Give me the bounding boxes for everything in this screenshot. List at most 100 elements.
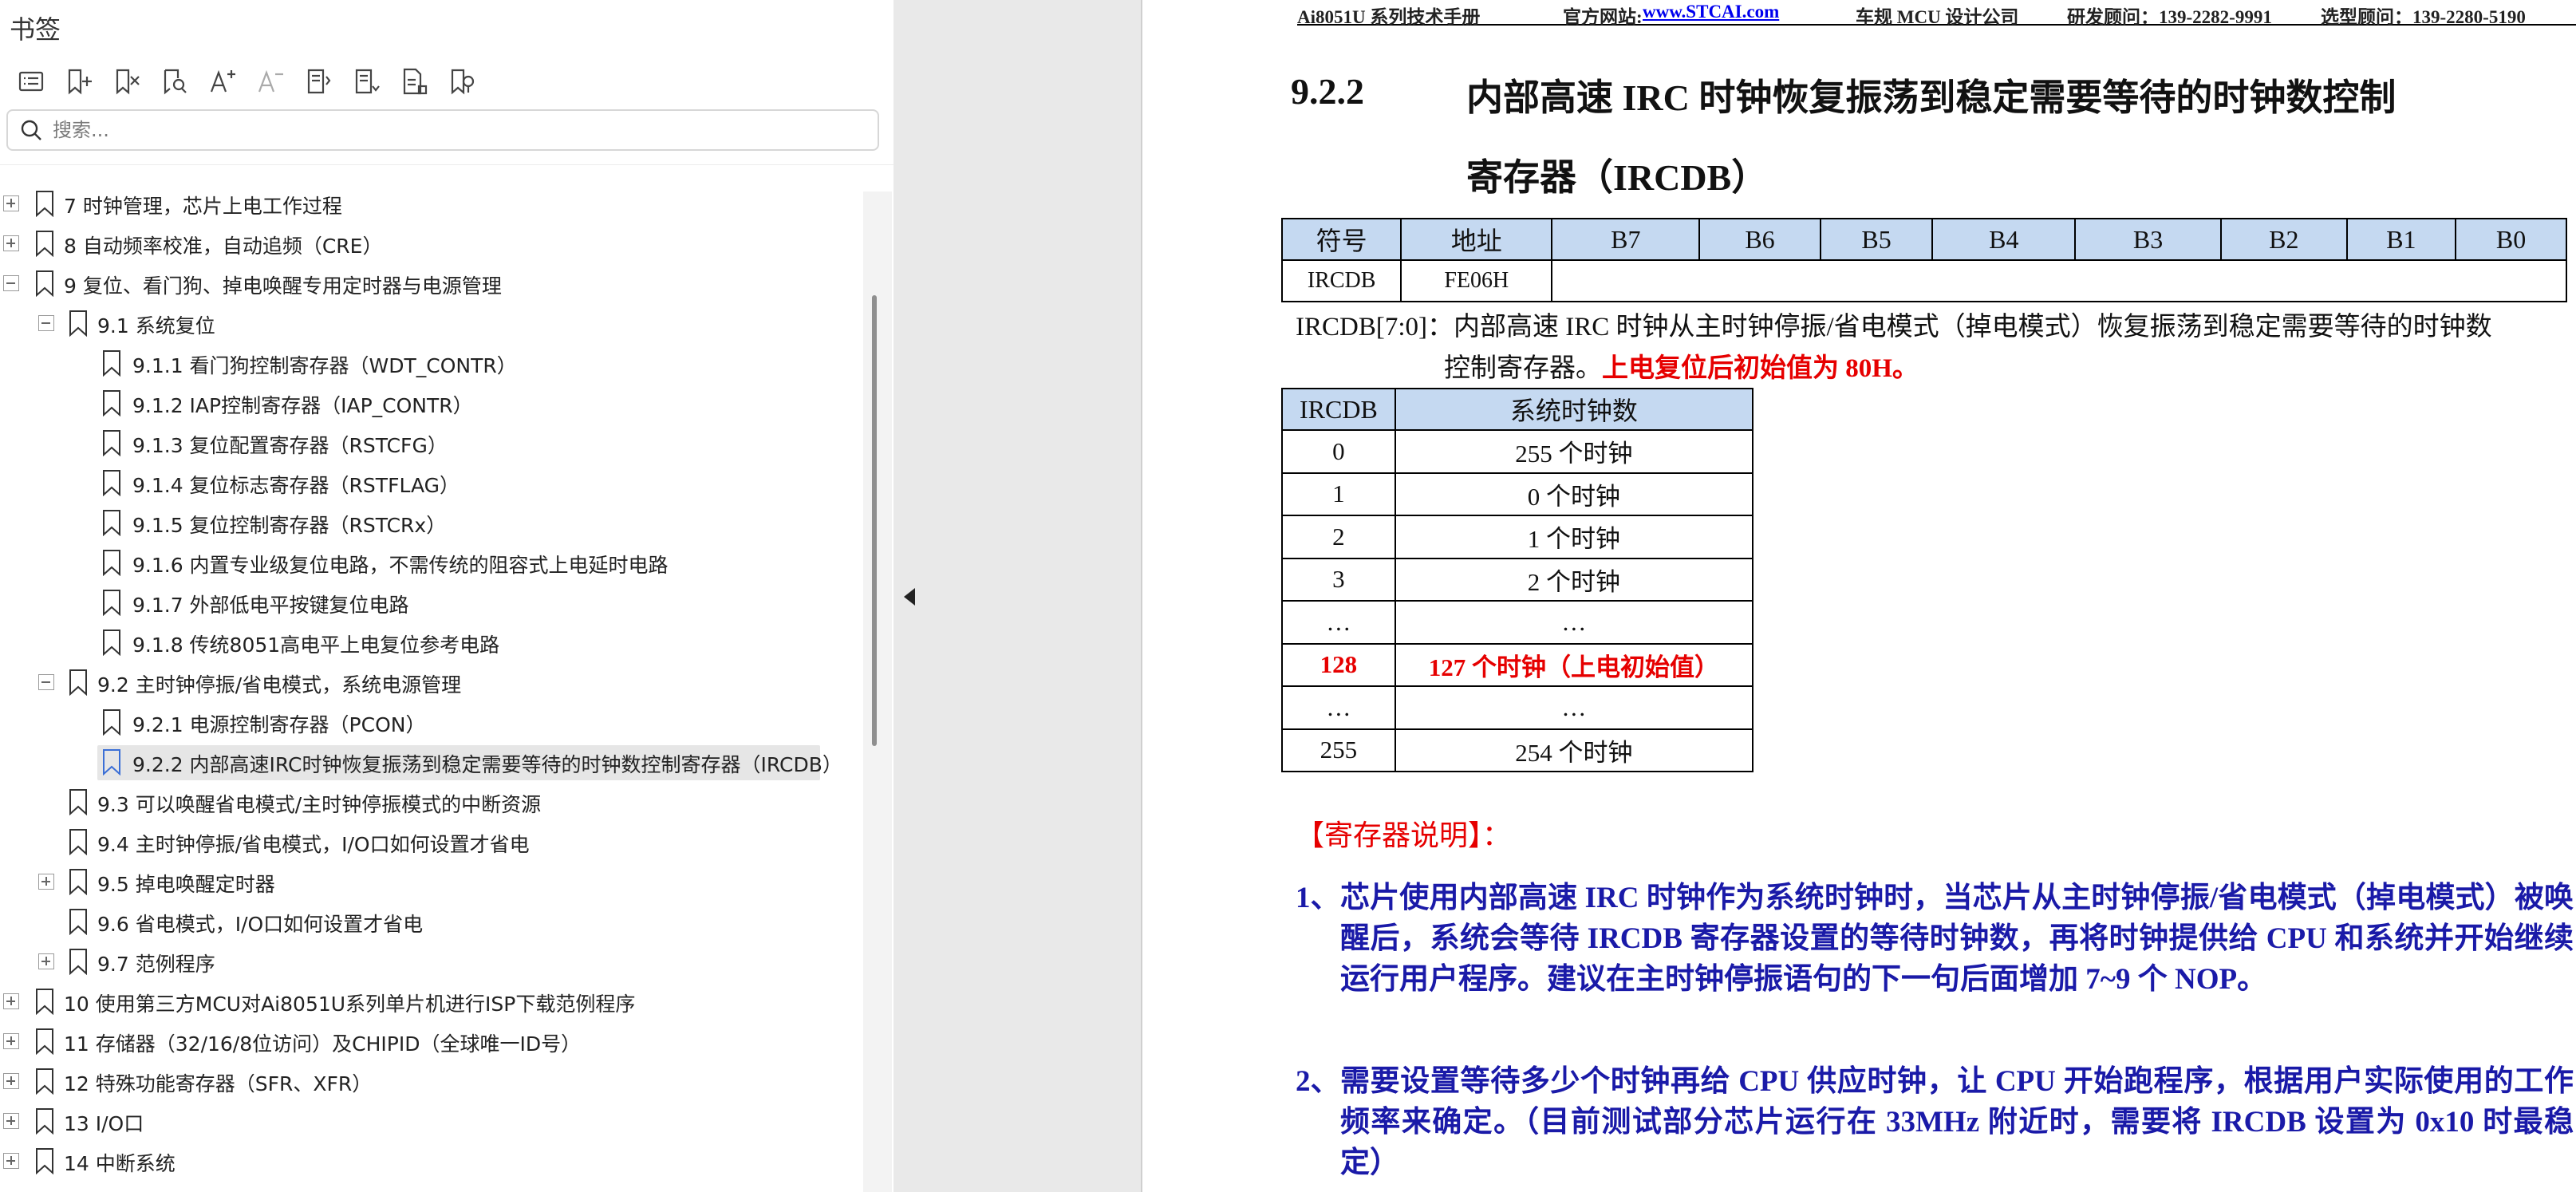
bookmark-icon: [103, 470, 120, 496]
expand-icon[interactable]: [38, 874, 54, 890]
bookmark-label: 9.1.8 传统8051高电平上电复位参考电路: [132, 633, 500, 657]
header-advisor-sales: 选型顾问：139-2280-5190: [2321, 7, 2526, 27]
bookmark-icon: [103, 430, 120, 456]
bookmark-icon: [69, 829, 87, 855]
register-description-line2: 控制寄存器。: [1444, 354, 1602, 383]
expand-icon[interactable]: [3, 1033, 19, 1049]
header-site-label: 官方网站:: [1563, 7, 1643, 27]
bookmark-item[interactable]: 9.6 省电模式，I/O口如何设置才省电: [0, 902, 870, 941]
bookmark-label: 9.1.1 看门狗控制寄存器（WDT_CONTR）: [132, 354, 517, 377]
bookmark-item[interactable]: 9.5 掉电唤醒定时器: [0, 862, 870, 902]
expand-icon[interactable]: [3, 1073, 19, 1089]
bookmark-icon: [36, 1148, 53, 1174]
bookmark-item[interactable]: 9.1.5 复位控制寄存器（RSTCRx）: [0, 503, 870, 543]
register-table-row: IRCDB FE06H: [1280, 259, 2567, 302]
page-header: Ai8051U 系列技术手册 官方网站: www.STCAI.com 车规 MC…: [1297, 0, 2576, 27]
add-bookmark-icon[interactable]: [56, 59, 102, 104]
scrollbar-track[interactable]: [863, 191, 892, 1192]
increase-font-icon[interactable]: [199, 59, 246, 104]
search-input[interactable]: [53, 119, 834, 141]
collapse-panel-button[interactable]: [894, 574, 925, 619]
bookmark-icon: [103, 630, 120, 656]
bookmark-item[interactable]: 14 中断系统: [0, 1141, 870, 1181]
bookmark-item[interactable]: 9.2 主时钟停振/省电模式，系统电源管理: [0, 662, 870, 702]
register-description-line1: IRCDB[7:0]：内部高速 IRC 时钟从主时钟停振/省电模式（掉电模式）恢…: [1296, 313, 2492, 341]
bookmark-label: 9.1.6 内置专业级复位电路，不需传统的阻容式上电延时电路: [132, 554, 669, 577]
bookmark-item[interactable]: 9.1 系统复位: [0, 303, 870, 343]
clock-count-cell: …: [1394, 685, 1754, 730]
header-cell: B4: [1931, 218, 2077, 261]
clock-table-row: ……: [1281, 685, 1754, 730]
clock-table-row: 0 255 个时钟: [1281, 429, 1754, 474]
expand-icon[interactable]: [3, 195, 19, 211]
header-site-link[interactable]: www.STCAI.com: [1643, 2, 1779, 22]
delete-bookmark-icon[interactable]: [104, 59, 150, 104]
section-number: 9.2.2: [1291, 71, 1364, 112]
bookmark-item[interactable]: 9.1.4 复位标志寄存器（RSTFLAG）: [0, 463, 870, 503]
ircdb-value-cell: 255: [1281, 728, 1396, 772]
bookmark-label: 9.2 主时钟停振/省电模式，系统电源管理: [97, 673, 462, 697]
clock-count-cell: 254 个时钟: [1394, 728, 1754, 772]
header-cell: 地址: [1400, 218, 1553, 261]
bookmark-item[interactable]: 9.7 范例程序: [0, 941, 870, 981]
header-cell: 符号: [1280, 218, 1402, 261]
collapse-all-icon[interactable]: [343, 59, 389, 104]
expand-icon[interactable]: [3, 1113, 19, 1129]
collapse-icon[interactable]: [38, 674, 54, 690]
bookmark-item[interactable]: 9.1.2 IAP控制寄存器（IAP_CONTR）: [0, 383, 870, 423]
section-title-line2: 寄存器（IRCDB）: [1466, 157, 1769, 198]
search-icon: [21, 120, 41, 140]
bookmark-search[interactable]: [6, 109, 879, 151]
bookmark-label: 9.4 主时钟停振/省电模式，I/O口如何设置才省电: [97, 833, 530, 856]
bookmark-item[interactable]: 12 特殊功能寄存器（SFR、XFR）: [0, 1061, 870, 1101]
decrease-font-icon[interactable]: [247, 59, 294, 104]
bookmark-location-icon[interactable]: [439, 59, 485, 104]
bookmark-icon: [69, 310, 87, 337]
register-table-header: 符号 地址 B7 B6 B5 B4 B3 B2 B1 B0: [1280, 218, 2567, 261]
register-address: FE06H: [1400, 259, 1553, 302]
bookmark-properties-icon[interactable]: [391, 59, 437, 104]
expand-icon[interactable]: [3, 993, 19, 1009]
scrollbar-thumb[interactable]: [872, 295, 877, 746]
bookmark-label: 9.7 范例程序: [97, 953, 215, 976]
bookmark-item[interactable]: 9.1.6 内置专业级复位电路，不需传统的阻容式上电延时电路: [0, 543, 870, 582]
bookmark-item[interactable]: 7 时钟管理，芯片上电工作过程: [0, 184, 870, 223]
bookmark-icon: [103, 590, 120, 616]
bookmark-item[interactable]: 9.4 主时钟停振/省电模式，I/O口如何设置才省电: [0, 822, 870, 862]
header-cell: 系统时钟数: [1394, 388, 1754, 431]
bookmark-item[interactable]: 11 存储器（32/16/8位访问）及CHIPID（全球唯一ID号）: [0, 1021, 870, 1061]
bookmark-icon: [103, 749, 120, 776]
bookmark-icon: [103, 350, 120, 377]
bookmark-label: 9.6 省电模式，I/O口如何设置才省电: [97, 913, 424, 936]
clock-table-row: ……: [1281, 600, 1754, 645]
clock-table-header: IRCDB 系统时钟数: [1281, 388, 1754, 431]
bookmark-item[interactable]: 8 自动频率校准，自动追频（CRE）: [0, 223, 870, 263]
bookmark-item[interactable]: 9.1.3 复位配置寄存器（RSTCFG）: [0, 423, 870, 463]
bookmark-label: 9.1.3 复位配置寄存器（RSTCFG）: [132, 434, 448, 457]
ircdb-value-cell: …: [1281, 600, 1396, 645]
expand-icon[interactable]: [38, 953, 54, 969]
note-text: 芯片使用内部高速 IRC 时钟作为系统时钟时，当芯片从主时钟停振/省电模式（掉电…: [1340, 882, 2574, 996]
bookmark-item[interactable]: 9.1.8 传统8051高电平上电复位参考电路: [0, 622, 870, 662]
bookmark-icon: [36, 231, 53, 257]
find-bookmark-icon[interactable]: [152, 59, 198, 104]
collapse-icon[interactable]: [3, 275, 19, 291]
bookmark-item[interactable]: 10 使用第三方MCU对Ai8051U系列单片机进行ISP下载范例程序: [0, 981, 870, 1021]
bookmark-item[interactable]: 9.2.2 内部高速IRC时钟恢复振荡到稳定需要等待的时钟数控制寄存器（IRCD…: [0, 742, 870, 782]
bookmark-item[interactable]: 13 I/O口: [0, 1101, 870, 1141]
bookmark-list-icon[interactable]: [8, 59, 54, 104]
bookmark-item[interactable]: 9.1.1 看门狗控制寄存器（WDT_CONTR）: [0, 343, 870, 383]
bookmark-label: 9.1.4 复位标志寄存器（RSTFLAG）: [132, 474, 460, 497]
bookmark-icon: [103, 510, 120, 536]
bookmark-item[interactable]: 9.1.7 外部低电平按键复位电路: [0, 582, 870, 622]
expand-icon[interactable]: [3, 235, 19, 251]
bookmark-tree: 7 时钟管理，芯片上电工作过程 8 自动频率校准，自动追频（CRE） 9 复位、看门…: [0, 184, 870, 1181]
bookmark-item[interactable]: 9.3 可以唤醒省电模式/主时钟停振模式的中断资源: [0, 782, 870, 822]
bookmark-item[interactable]: 9.2.1 电源控制寄存器（PCON）: [0, 702, 870, 742]
collapse-icon[interactable]: [38, 315, 54, 331]
expand-all-icon[interactable]: [295, 59, 341, 104]
expand-icon[interactable]: [3, 1153, 19, 1169]
bookmark-item[interactable]: 9 复位、看门狗、掉电唤醒专用定时器与电源管理: [0, 263, 870, 303]
bookmark-icon: [69, 669, 87, 696]
clock-table-row: 128 127 个时钟（上电初始值）: [1281, 642, 1754, 687]
